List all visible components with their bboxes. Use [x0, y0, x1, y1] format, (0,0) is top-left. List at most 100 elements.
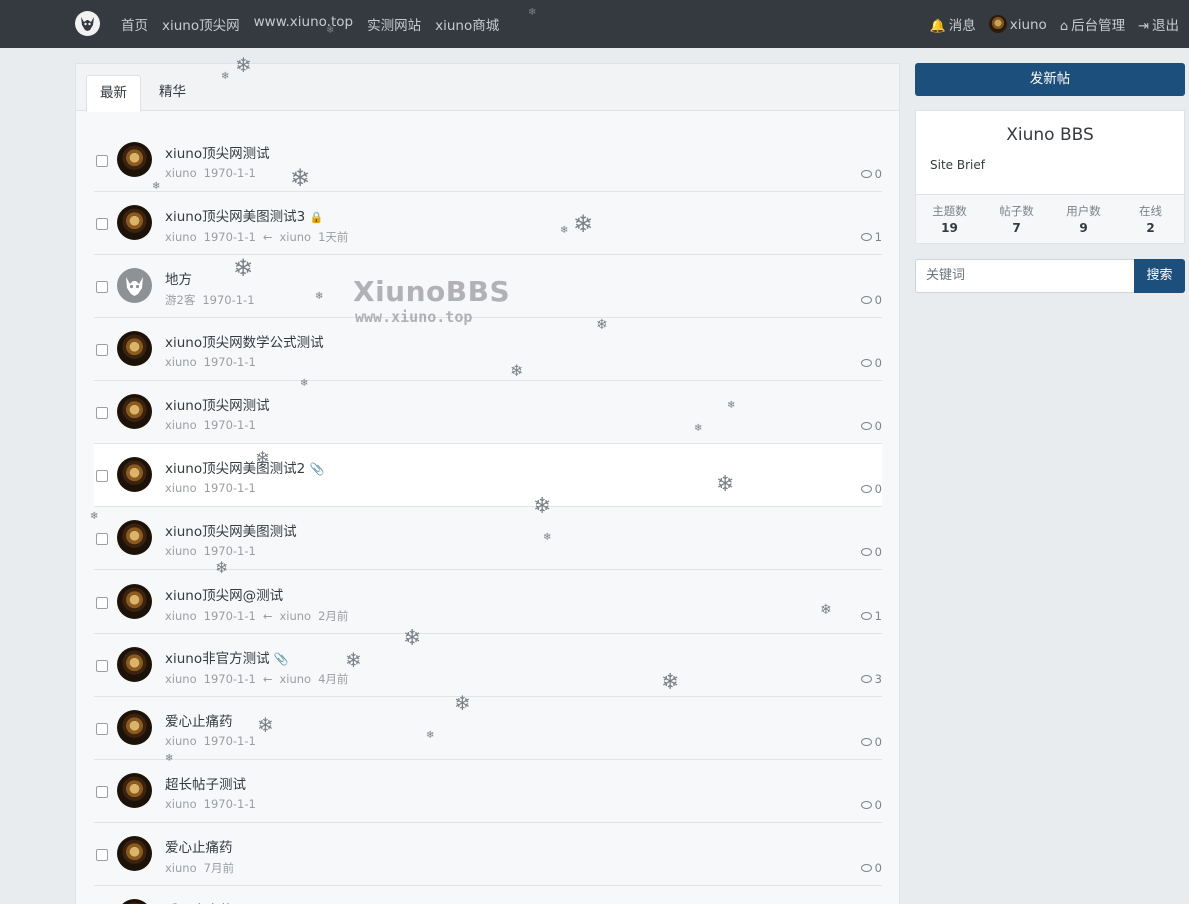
user-avatar[interactable] — [117, 331, 152, 366]
thread-subject[interactable]: xiuno顶尖网数学公式测试 — [165, 331, 324, 351]
thread-subject[interactable]: xiuno顶尖网美图测试3 🔒 — [165, 205, 323, 225]
thread-subject[interactable]: xiuno顶尖网@测试 — [165, 584, 283, 604]
thread-subject[interactable]: 爱心止痛药 — [165, 836, 233, 856]
thread-subject[interactable]: 地方 — [165, 268, 192, 288]
thread-row[interactable]: xiuno顶尖网@测试 xiuno 1970-1-1 ← xiuno 2月前 1 — [94, 571, 882, 634]
thread-title[interactable]: 爱心止痛药 — [165, 714, 233, 730]
thread-subject[interactable]: 爱心止痛药 — [165, 710, 233, 730]
thread-checkbox[interactable] — [96, 407, 108, 419]
thread-checkbox[interactable] — [96, 786, 108, 798]
thread-author[interactable]: xiuno — [165, 797, 197, 811]
thread-checkbox[interactable] — [96, 723, 108, 735]
thread-title[interactable]: xiuno顶尖网美图测试3 — [165, 209, 305, 225]
thread-author[interactable]: xiuno — [165, 166, 197, 180]
home-icon: ⌂ — [1059, 19, 1069, 34]
thread-row[interactable]: xiuno顶尖网美图测试 xiuno 1970-1-1 0 — [94, 507, 882, 570]
thread-subject[interactable]: xiuno非官方测试 📎 — [165, 647, 289, 667]
thread-author[interactable]: xiuno — [165, 672, 197, 686]
thread-checkbox[interactable] — [96, 155, 108, 167]
thread-checkbox[interactable] — [96, 597, 108, 609]
user-avatar[interactable] — [117, 899, 152, 904]
thread-author[interactable]: xiuno — [165, 481, 197, 495]
thread-subject[interactable]: 爱心止痛药 — [165, 899, 233, 904]
thread-checkbox[interactable] — [96, 533, 108, 545]
user-avatar[interactable] — [117, 836, 152, 871]
nav-home[interactable]: 首页 — [121, 14, 148, 34]
thread-title[interactable]: xiuno顶尖网测试 — [165, 398, 270, 414]
thread-checkbox[interactable] — [96, 660, 108, 672]
comment-icon — [860, 801, 872, 809]
thread-row[interactable]: xiuno顶尖网美图测试2 📎 xiuno 1970-1-1 0 — [94, 444, 882, 507]
reply-number: 0 — [874, 861, 882, 875]
nav-test-site[interactable]: 实测网站 — [367, 14, 421, 34]
thread-title[interactable]: 爱心止痛药 — [165, 840, 233, 856]
snowflake-icon: ❄ — [255, 448, 271, 469]
thread-title[interactable]: 超长帖子测试 — [165, 777, 246, 793]
reply-number: 0 — [874, 735, 882, 749]
thread-subject[interactable]: xiuno顶尖网测试 — [165, 142, 270, 162]
thread-row[interactable]: xiuno顶尖网美图测试3 🔒 xiuno 1970-1-1 ← xiuno 1天前 1 — [94, 192, 882, 255]
thread-checkbox[interactable] — [96, 849, 108, 861]
user-avatar[interactable] — [117, 205, 152, 240]
last-reply-user[interactable]: xiuno — [279, 672, 311, 686]
messages-link[interactable]: 🔔 消息 — [930, 14, 976, 34]
logout-link[interactable]: ⇥ 退出 — [1138, 14, 1179, 34]
tab-digest[interactable]: 精华 — [146, 75, 199, 112]
user-avatar[interactable] — [117, 773, 152, 808]
nav-website[interactable]: www.xiuno.top — [254, 14, 353, 34]
thread-subject[interactable]: xiuno顶尖网测试 — [165, 394, 270, 414]
last-reply-user[interactable]: xiuno — [279, 230, 311, 244]
snowflake-icon: ❄ — [560, 225, 569, 236]
thread-title[interactable]: xiuno顶尖网@测试 — [165, 588, 283, 604]
thread-row[interactable]: xiuno顶尖网测试 xiuno 1970-1-1 0 — [94, 129, 882, 192]
thread-checkbox[interactable] — [96, 344, 108, 356]
thread-checkbox[interactable] — [96, 281, 108, 293]
search-button[interactable]: 搜索 — [1134, 259, 1185, 293]
thread-title[interactable]: xiuno顶尖网美图测试2 — [165, 461, 305, 477]
thread-author[interactable]: xiuno — [165, 544, 197, 558]
thread-author[interactable]: xiuno — [165, 230, 197, 244]
tab-latest[interactable]: 最新 — [86, 75, 141, 112]
site-logo[interactable] — [75, 11, 100, 36]
user-avatar[interactable] — [117, 647, 152, 682]
nav-xiuno-top[interactable]: xiuno顶尖网 — [162, 14, 240, 34]
thread-checkbox[interactable] — [96, 218, 108, 230]
user-avatar[interactable] — [117, 457, 152, 492]
thread-author[interactable]: xiuno — [165, 734, 197, 748]
thread-subject[interactable]: xiuno顶尖网美图测试2 📎 — [165, 457, 324, 477]
thread-row[interactable]: 爱心止痛药 xiuno 7月前 0 — [94, 823, 882, 886]
thread-checkbox[interactable] — [96, 470, 108, 482]
thread-title[interactable]: xiuno顶尖网美图测试 — [165, 524, 297, 540]
thread-row[interactable]: xiuno顶尖网数学公式测试 xiuno 1970-1-1 0 — [94, 318, 882, 381]
thread-title[interactable]: 地方 — [165, 272, 192, 288]
last-reply-user[interactable]: xiuno — [279, 609, 311, 623]
guest-avatar[interactable] — [117, 268, 152, 303]
snowflake-icon: ❄ — [573, 210, 594, 238]
user-link[interactable]: xiuno — [988, 15, 1047, 33]
user-avatar[interactable] — [117, 520, 152, 555]
thread-author[interactable]: xiuno — [165, 418, 197, 432]
stat-posts: 帖子数 7 — [983, 195, 1050, 243]
thread-author[interactable]: xiuno — [165, 861, 197, 875]
thread-author[interactable]: xiuno — [165, 355, 197, 369]
thread-row[interactable]: xiuno非官方测试 📎 xiuno 1970-1-1 ← xiuno 4月前 3 — [94, 634, 882, 697]
nav-shop[interactable]: xiuno商城 — [435, 14, 499, 34]
thread-author[interactable]: 游2客 — [165, 293, 195, 307]
user-avatar[interactable] — [117, 394, 152, 429]
search-input[interactable]: 关键词 — [915, 259, 1135, 293]
admin-link[interactable]: ⌂ 后台管理 — [1060, 14, 1125, 34]
thread-row[interactable]: 爱心止痛药 — [94, 886, 882, 904]
thread-title[interactable]: xiuno顶尖网测试 — [165, 146, 270, 162]
thread-title[interactable]: xiuno非官方测试 — [165, 651, 270, 667]
thread-subject[interactable]: xiuno顶尖网美图测试 — [165, 520, 297, 540]
user-avatar[interactable] — [117, 710, 152, 745]
thread-row[interactable]: 爱心止痛药 xiuno 1970-1-1 0 — [94, 697, 882, 760]
thread-title[interactable]: xiuno顶尖网数学公式测试 — [165, 335, 324, 351]
thread-row[interactable]: xiuno顶尖网测试 xiuno 1970-1-1 0 — [94, 381, 882, 444]
user-avatar[interactable] — [117, 584, 152, 619]
thread-subject[interactable]: 超长帖子测试 — [165, 773, 246, 793]
thread-author[interactable]: xiuno — [165, 609, 197, 623]
user-avatar[interactable] — [117, 142, 152, 177]
new-thread-button[interactable]: 发新帖 — [915, 63, 1185, 96]
thread-row[interactable]: 超长帖子测试 xiuno 1970-1-1 0 — [94, 760, 882, 823]
